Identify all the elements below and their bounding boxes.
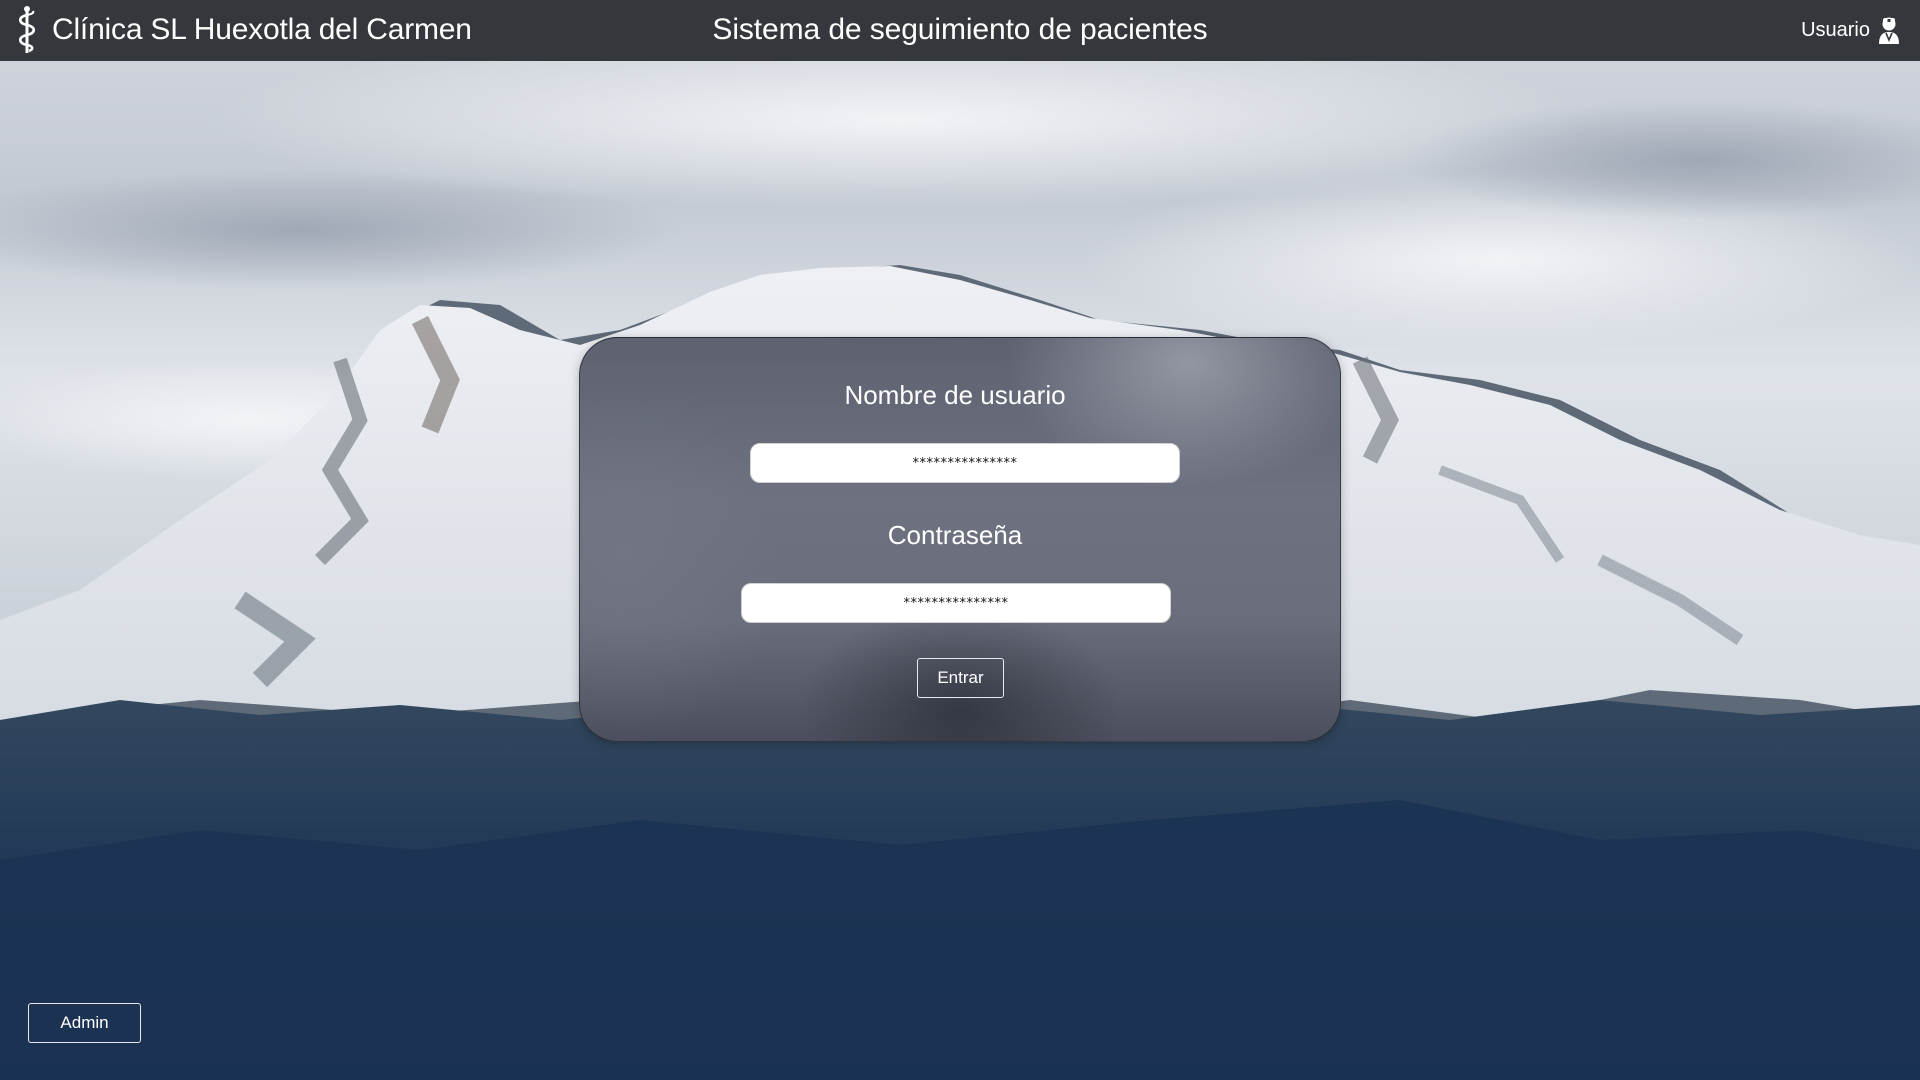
login-panel: Nombre de usuario Contraseña Entrar [579,337,1341,742]
username-label: Nombre de usuario [844,380,1066,410]
user-label: Usuario [1801,19,1870,41]
username-input[interactable] [750,443,1180,483]
password-label: Contraseña [887,520,1023,550]
user-menu[interactable]: Usuario [1801,15,1900,45]
login-page: Clínica SL Huexotla del Carmen Sistema d… [0,0,1920,1080]
top-navbar: Clínica SL Huexotla del Carmen Sistema d… [0,0,1920,61]
login-submit-button[interactable]: Entrar [917,658,1004,698]
page-title: Sistema de seguimiento de pacientes [712,13,1208,46]
admin-button[interactable]: Admin [28,1003,141,1043]
password-input[interactable] [741,583,1171,623]
doctor-user-icon [1879,17,1899,44]
